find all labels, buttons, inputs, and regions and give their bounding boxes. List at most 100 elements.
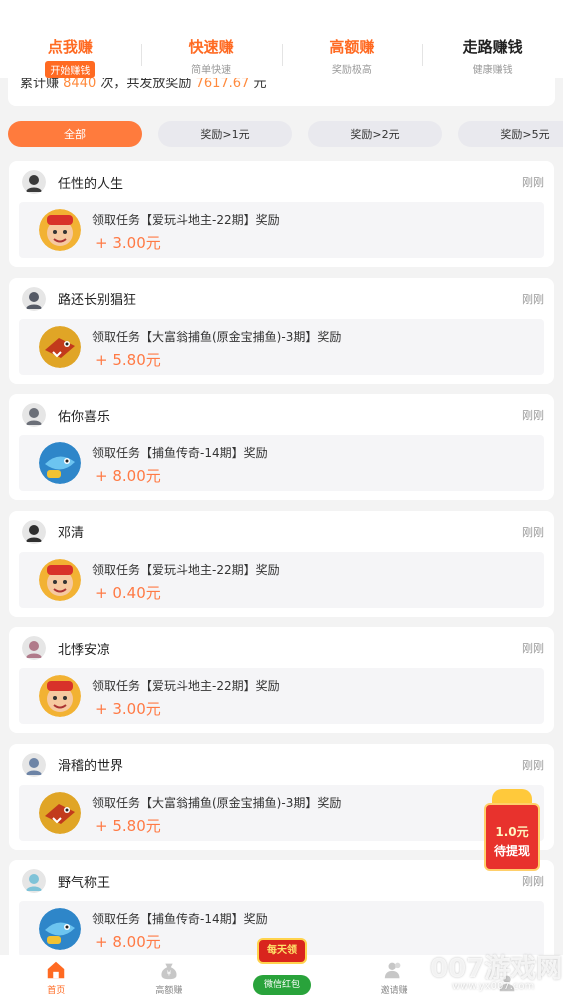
fishing-tycoon-icon <box>39 791 81 834</box>
wechat-red-packet-label: 微信红包 <box>253 975 311 995</box>
pending-withdraw-red-packet[interactable]: 1.0元 待提现 <box>484 789 540 871</box>
feed-card[interactable]: 北悸安凉 刚刚领取任务【爱玩斗地主-22期】奖励 + 3.00元 <box>9 627 554 733</box>
avatar <box>22 752 46 777</box>
reward-amount: + 3.00元 <box>95 700 161 718</box>
reward-amount: + 3.00元 <box>95 234 161 252</box>
tab-subtitle: 奖励极高 <box>331 65 372 76</box>
nav-label: 高额赚 <box>155 986 183 996</box>
landlord-icon <box>39 675 81 717</box>
avatar <box>22 636 46 660</box>
stats-card: 累计赚 8440 次，共发放奖励 7617.67 元 <box>8 78 555 106</box>
user-row: 任性的人生 刚刚 <box>22 170 544 194</box>
task-box: 领取任务【爱玩斗地主-22期】奖励 + 3.00元 <box>19 668 544 724</box>
landlord-icon <box>39 209 81 251</box>
nav-home[interactable]: 首页 <box>0 955 113 1000</box>
task-box: 领取任务【大富翁捕鱼(原金宝捕鱼)-3期】奖励 + 5.80元 <box>19 784 544 841</box>
avatar <box>22 869 46 893</box>
user-row: 滑稽的世界 刚刚 <box>22 752 544 777</box>
tab-quick-earn[interactable]: 快速赚 简单快速 <box>140 36 282 78</box>
user-name: 佑你喜乐 <box>58 409 111 425</box>
tab-subtitle: 健康赚钱 <box>472 65 513 76</box>
task-description: 领取任务【爱玩斗地主-22期】奖励 <box>92 213 280 227</box>
user-row: 佑你喜乐 刚刚 <box>22 403 544 427</box>
tab-high-earn[interactable]: 高额赚 奖励极高 <box>281 36 423 78</box>
stats-mid: 次，共发放奖励 <box>100 78 192 91</box>
tab-subtitle: 开始赚钱 <box>45 61 96 78</box>
task-description: 领取任务【大富翁捕鱼(原金宝捕鱼)-3期】奖励 <box>92 795 342 810</box>
reward-amount: + 8.00元 <box>95 933 161 951</box>
tab-subtitle: 简单快速 <box>191 65 232 76</box>
avatar <box>22 403 46 427</box>
svg-text:¥: ¥ <box>167 969 172 978</box>
timestamp: 刚刚 <box>522 758 544 772</box>
feed-card[interactable]: 任性的人生 刚刚领取任务【爱玩斗地主-22期】奖励 + 3.00元 <box>9 161 554 267</box>
stats-amount: 7617.67 <box>195 78 250 91</box>
tab-click-earn[interactable]: 点我赚 开始赚钱 <box>0 36 141 78</box>
filter-over-5[interactable]: 奖励>5元 <box>458 121 563 147</box>
avatar <box>22 286 46 311</box>
timestamp: 刚刚 <box>522 642 544 655</box>
feed-card[interactable]: 佑你喜乐 刚刚领取任务【捕鱼传奇-14期】奖励 + 8.00元 <box>9 394 554 500</box>
filter-all[interactable]: 全部 <box>8 121 142 147</box>
user-row: 路还长别猖狂 刚刚 <box>22 286 544 311</box>
home-icon <box>48 961 65 979</box>
tab-title: 高额赚 <box>329 38 375 56</box>
timestamp: 刚刚 <box>522 525 544 539</box>
user-name: 邓清 <box>58 526 85 541</box>
task-description: 领取任务【捕鱼传奇-14期】奖励 <box>92 446 268 460</box>
filter-over-1[interactable]: 奖励>1元 <box>158 121 292 147</box>
task-box: 领取任务【爱玩斗地主-22期】奖励 + 0.40元 <box>19 551 544 608</box>
stats-suffix: 元 <box>253 78 267 91</box>
task-description: 领取任务【大富翁捕鱼(原金宝捕鱼)-3期】奖励 <box>92 329 342 344</box>
user-row: 邓清 刚刚 <box>22 519 544 544</box>
stats-prefix: 累计赚 <box>20 78 60 91</box>
reward-filter-chips: 全部 奖励>1元 奖励>2元 奖励>5元 <box>8 121 563 147</box>
feed-card[interactable]: 邓清 刚刚领取任务【爱玩斗地主-22期】奖励 + 0.40元 <box>9 510 554 617</box>
task-description: 领取任务【爱玩斗地主-22期】奖励 <box>92 679 280 693</box>
task-description: 领取任务【爱玩斗地主-22期】奖励 <box>92 562 280 577</box>
landlord-icon <box>39 558 81 601</box>
user-name: 滑稽的世界 <box>58 759 124 774</box>
timestamp: 刚刚 <box>522 176 544 189</box>
avatar <box>22 519 46 544</box>
nav-label: 邀请赚 <box>380 986 408 996</box>
site-watermark: 007游戏网 <box>430 954 563 984</box>
timestamp: 刚刚 <box>522 409 544 422</box>
task-description: 领取任务【捕鱼传奇-14期】奖励 <box>92 912 268 926</box>
avatar <box>22 170 46 194</box>
tab-title: 快速赚 <box>188 38 234 56</box>
nav-high-earn[interactable]: ¥ 高额赚 <box>113 955 226 1000</box>
earn-mode-tabs: 点我赚 开始赚钱 快速赚 简单快速 高额赚 奖励极高 走路赚钱 健康赚钱 <box>0 0 563 78</box>
tab-title: 走路赚钱 <box>462 38 523 56</box>
fishing-tycoon-icon <box>39 325 81 368</box>
fishing-legend-icon <box>39 908 81 950</box>
fishing-legend-icon <box>39 442 81 484</box>
daily-wechat-red-packet-button[interactable]: 每天领 微信红包 <box>251 938 313 996</box>
tab-walk-earn[interactable]: 走路赚钱 健康赚钱 <box>422 36 563 78</box>
timestamp: 刚刚 <box>522 875 544 888</box>
packet-label: 待提现 <box>493 844 530 858</box>
user-name: 任性的人生 <box>58 176 124 192</box>
user-name: 北悸安凉 <box>58 642 111 658</box>
filter-over-2[interactable]: 奖励>2元 <box>308 121 442 147</box>
red-packet-body: 1.0元 待提现 <box>484 803 540 871</box>
user-name: 野气称王 <box>58 875 111 891</box>
feed-card[interactable]: 路还长别猖狂 刚刚领取任务【大富翁捕鱼(原金宝捕鱼)-3期】奖励 + 5.80元 <box>9 277 554 384</box>
user-name: 路还长别猖狂 <box>58 293 137 308</box>
tab-title: 点我赚 <box>47 38 93 56</box>
task-box: 领取任务【大富翁捕鱼(原金宝捕鱼)-3期】奖励 + 5.80元 <box>19 318 544 375</box>
stats-text: 累计赚 8440 次，共发放奖励 7617.67 元 <box>20 78 266 91</box>
reward-feed: 任性的人生 刚刚 领取任务【爱玩斗地主-22期】奖励 + 3.00元 路还长别猖狂 刚刚领… <box>9 161 554 977</box>
feed-card[interactable]: 滑稽的世界 刚刚领取任务【大富翁捕鱼(原金宝捕鱼)-3期】奖励 + 5.80元 <box>9 743 554 850</box>
packet-amount: 1.0元 <box>495 825 529 839</box>
nav-label: 首页 <box>47 986 66 996</box>
reward-amount: + 5.80元 <box>95 816 161 835</box>
timestamp: 刚刚 <box>522 292 544 306</box>
user-row: 北悸安凉 刚刚 <box>22 636 544 660</box>
money-bag-icon: ¥ <box>161 963 177 980</box>
reward-amount: + 0.40元 <box>95 583 161 602</box>
task-box: 领取任务【捕鱼传奇-14期】奖励 + 8.00元 <box>19 435 544 491</box>
users-icon <box>384 962 401 979</box>
daily-claim-label: 每天领 <box>257 938 307 964</box>
reward-amount: + 8.00元 <box>95 467 161 485</box>
